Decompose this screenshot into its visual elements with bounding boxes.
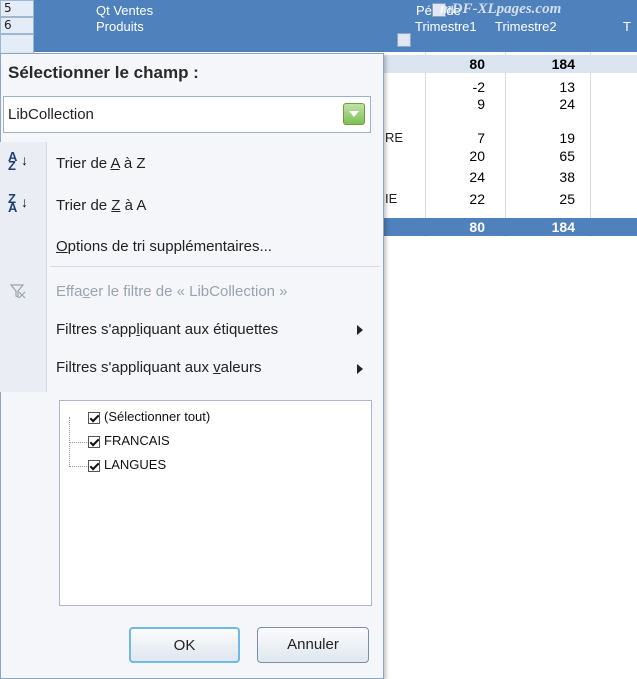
submenu-arrow-icon [357, 364, 363, 374]
value-filters-pre: Filtres s'appliquant aux [56, 359, 214, 376]
label-filters-pre: Filtres s'app [56, 321, 137, 338]
cell[interactable]: 65 [515, 148, 575, 164]
sort-a-z-accel: A [110, 155, 120, 172]
grand-total-row [380, 218, 637, 236]
value-filters-item[interactable]: Filtres s'appliquant aux valeurs [56, 359, 261, 376]
row-header-blank [0, 34, 34, 54]
rows-label: Produits [96, 19, 144, 34]
more-sort-accel: O [56, 238, 68, 255]
field-select-value: LibCollection [8, 106, 94, 123]
cell[interactable]: 7 [425, 130, 485, 146]
cell[interactable]: 19 [515, 130, 575, 146]
tree-connector [69, 466, 87, 467]
label-filters-post: iquant aux étiquettes [139, 321, 279, 338]
cell[interactable]: 184 [515, 219, 575, 235]
measure-label: Qt Ventes [96, 3, 154, 18]
col-divider [505, 52, 506, 237]
cell[interactable]: 38 [515, 169, 575, 185]
divider [46, 142, 47, 392]
cell[interactable]: 24 [515, 96, 575, 112]
row-header-5[interactable]: 5 [0, 0, 34, 17]
langues-label[interactable]: LANGUES [104, 457, 166, 472]
select-all-label[interactable]: (Sélectionner tout) [104, 409, 210, 424]
francais-label[interactable]: FRANCAIS [104, 433, 170, 448]
ok-button[interactable]: OK [129, 627, 240, 663]
clear-filter-label-post: er le filtre de « LibCollection » [89, 283, 288, 300]
col-divider [590, 52, 591, 237]
quarter-3-header-partial: T [623, 19, 631, 34]
menu-separator [50, 266, 380, 267]
cell[interactable]: 20 [425, 148, 485, 164]
cell[interactable]: 25 [515, 191, 575, 207]
tree-connector [69, 442, 87, 443]
quarter-1-header: Trimestre1 [415, 19, 477, 34]
select-field-label: Sélectionner le champ : [8, 63, 199, 82]
field-select[interactable]: LibCollection [3, 96, 371, 133]
menu-icon-column [0, 142, 46, 392]
cell[interactable]: -2 [425, 79, 485, 95]
langues-checkbox[interactable] [88, 460, 100, 472]
rows-filter-button[interactable] [397, 33, 411, 47]
cell[interactable]: 80 [425, 56, 485, 72]
clear-filter-item[interactable]: Effacer le filtre de « LibCollection » [56, 283, 288, 300]
sort-z-a-label-pre: Trier de [56, 197, 112, 214]
value-filters-post: aleurs [220, 359, 262, 376]
row-label-fragment: RE [385, 130, 404, 145]
label-filters-item[interactable]: Filtres s'appliquant aux étiquettes [56, 321, 278, 338]
row-label-fragment: IE [385, 191, 398, 206]
francais-checkbox[interactable] [88, 436, 100, 448]
more-sort-label: ptions de tri supplémentaires... [67, 238, 272, 255]
sort-a-z-item[interactable]: Trier de A à Z [56, 155, 146, 172]
clear-filter-icon [9, 283, 26, 303]
cell[interactable]: 184 [515, 56, 575, 72]
quarter-2-header: Trimestre2 [495, 19, 557, 34]
submenu-arrow-icon [357, 325, 363, 335]
chevron-down-icon[interactable] [343, 103, 365, 125]
cancel-button[interactable]: Annuler [257, 627, 369, 663]
more-sort-options-item[interactable]: Options de tri supplémentaires... [56, 238, 272, 255]
sort-z-a-item[interactable]: Trier de Z à A [56, 197, 146, 214]
sort-a-z-label-post: à Z [119, 155, 146, 172]
sort-z-a-label-post: à A [120, 197, 147, 214]
grand-total-top-row [380, 55, 637, 73]
filter-value-list[interactable]: (Sélectionner tout) FRANCAIS LANGUES [59, 400, 372, 606]
cell[interactable]: 80 [425, 219, 485, 235]
sort-ascending-icon: A Z ↓ [8, 149, 28, 173]
cell[interactable]: 9 [425, 96, 485, 112]
clear-filter-accel: c [82, 283, 90, 300]
cell[interactable]: 22 [425, 191, 485, 207]
sort-a-z-label-pre: Trier de [56, 155, 111, 172]
cell[interactable]: 13 [515, 79, 575, 95]
value-filters-accel: v [213, 359, 221, 376]
cell[interactable]: 24 [425, 169, 485, 185]
select-all-checkbox[interactable] [88, 412, 100, 424]
clear-filter-label-pre: Effa [56, 283, 83, 300]
row-header-6[interactable]: 6 [0, 17, 34, 34]
sort-descending-icon: Z A ↓ [8, 191, 28, 215]
watermark-logo: mDF-XLpages.com [440, 1, 562, 17]
